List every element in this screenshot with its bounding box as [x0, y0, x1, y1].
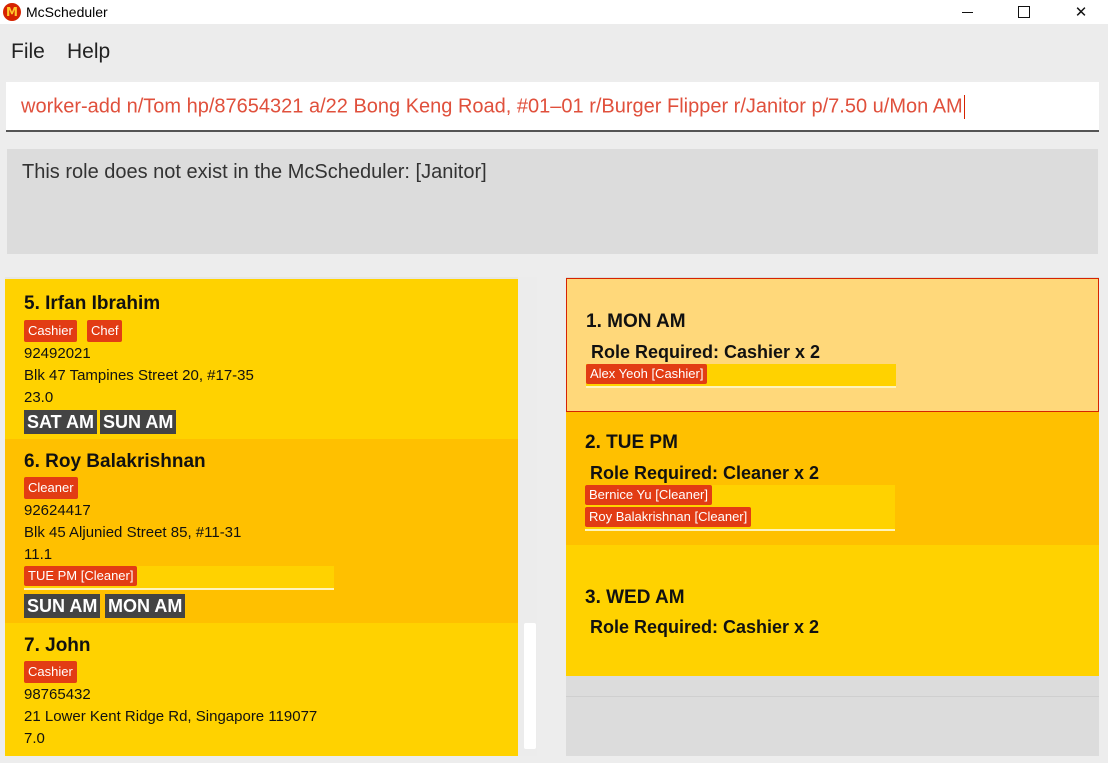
menu-bar: File Help [0, 24, 1108, 80]
assignment-row: TUE PM [Cleaner] [24, 566, 334, 590]
mcdonalds-logo-icon: M [3, 3, 21, 21]
shift-assignment-row: Bernice Yu [Cleaner] [585, 485, 895, 509]
worker-card[interactable]: 5. Irfan Ibrahim Cashier Chef 92492021 B… [5, 279, 519, 439]
worker-list-scrollbar-thumb[interactable] [524, 623, 536, 749]
role-tag: Cashier [24, 320, 77, 342]
worker-pay: 11.1 [24, 546, 53, 563]
result-display: This role does not exist in the McSchedu… [7, 149, 1098, 254]
result-message: This role does not exist in the McSchedu… [22, 161, 487, 183]
worker-phone: 92492021 [24, 345, 91, 362]
close-button[interactable]: ✕ [1058, 0, 1104, 24]
assignment-tag: Bernice Yu [Cleaner] [585, 485, 712, 505]
worker-list-panel[interactable]: 5. Irfan Ibrahim Cashier Chef 92492021 B… [5, 277, 537, 756]
role-tag: Cleaner [24, 477, 78, 499]
worker-pay: 7.0 [24, 730, 45, 747]
command-input[interactable]: worker-add n/Tom hp/87654321 a/22 Bong K… [21, 95, 965, 119]
unavailability-tag: SAT AM [24, 410, 97, 434]
worker-address: Blk 45 Aljunied Street 85, #11-31 [24, 524, 242, 541]
worker-name: 6. Roy Balakrishnan [24, 451, 206, 472]
menu-help[interactable]: Help [67, 40, 110, 64]
assignment-tag: TUE PM [Cleaner] [24, 566, 138, 586]
shift-title: 2. TUE PM [585, 432, 678, 453]
worker-phone: 98765432 [24, 686, 91, 703]
text-caret [963, 95, 965, 119]
shift-role-required: Role Required: Cleaner x 2 [590, 463, 820, 483]
minimize-button[interactable] [944, 0, 990, 24]
window-title: McScheduler [26, 4, 108, 20]
role-tag: Cashier [24, 661, 77, 683]
unavailability-tag: SUN AM [100, 410, 177, 434]
worker-card[interactable]: 6. Roy Balakrishnan Cleaner 92624417 Blk… [5, 439, 519, 623]
shift-assignment-row: Alex Yeoh [Cashier] [586, 364, 896, 388]
unavailability-tag: SUN AM [24, 594, 101, 618]
command-box[interactable]: worker-add n/Tom hp/87654321 a/22 Bong K… [6, 82, 1099, 132]
command-input-text: worker-add n/Tom hp/87654321 a/22 Bong K… [21, 95, 963, 118]
shift-list-panel[interactable]: 1. MON AM Role Required: Cashier x 2 Ale… [566, 277, 1099, 756]
list-divider [566, 696, 1099, 697]
role-tag: Chef [87, 320, 123, 342]
worker-address: 21 Lower Kent Ridge Rd, Singapore 119077 [24, 708, 318, 725]
worker-pay: 23.0 [24, 389, 54, 406]
shift-role-required: Role Required: Cashier x 2 [590, 617, 820, 637]
assignment-tag: Roy Balakrishnan [Cleaner] [585, 507, 752, 527]
maximize-button[interactable] [1000, 0, 1046, 24]
title-bar: M McScheduler ✕ [0, 0, 1108, 24]
shift-title: 3. WED AM [585, 587, 685, 608]
shift-card[interactable]: 1. MON AM Role Required: Cashier x 2 Ale… [566, 278, 1099, 412]
worker-card[interactable]: 7. John Cashier 98765432 21 Lower Kent R… [5, 623, 519, 756]
shift-title: 1. MON AM [586, 311, 686, 332]
worker-phone: 92624417 [24, 502, 91, 519]
menu-file[interactable]: File [11, 40, 45, 64]
worker-address: Blk 47 Tampines Street 20, #17-35 [24, 367, 254, 384]
worker-name: 5. Irfan Ibrahim [24, 293, 161, 314]
shift-card[interactable]: 3. WED AM Role Required: Cashier x 2 [566, 545, 1099, 676]
shift-role-required: Role Required: Cashier x 2 [591, 342, 821, 362]
unavailability-tag: MON AM [105, 594, 186, 618]
worker-name: 7. John [24, 635, 91, 656]
shift-assignment-row: Roy Balakrishnan [Cleaner] [585, 507, 895, 531]
shift-card[interactable]: 2. TUE PM Role Required: Cleaner x 2 Ber… [566, 412, 1099, 545]
assignment-tag: Alex Yeoh [Cashier] [586, 364, 708, 384]
